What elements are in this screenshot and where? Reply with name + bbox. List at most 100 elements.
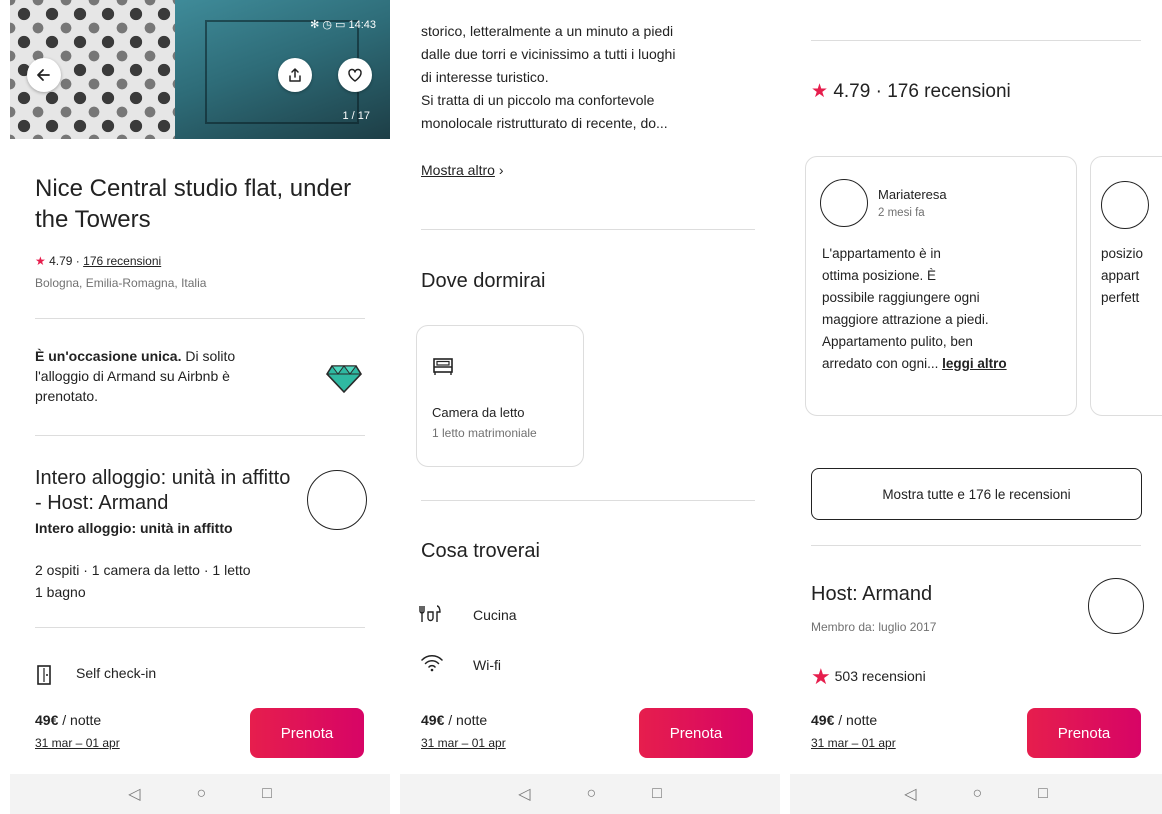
screen-listing-overview: ✻ ◷ ▭ 14:43 1 / 17 Nice Central studio f… — [10, 0, 390, 814]
self-checkin-label: Self check-in — [76, 665, 157, 681]
room-subtitle: 1 letto matrimoniale — [432, 426, 537, 440]
divider — [35, 435, 365, 436]
share-icon — [289, 68, 301, 82]
android-nav-bar: ◁ ○ □ — [10, 774, 390, 814]
wishlist-button[interactable] — [338, 58, 372, 92]
show-more-label: Mostra altro — [421, 162, 495, 178]
share-button[interactable] — [278, 58, 312, 92]
rating-summary: ★ 4.79 · 176 recensioni — [811, 80, 1011, 103]
capacity-line-2: 1 bagno — [35, 584, 86, 600]
android-nav-bar: ◁ ○ □ — [790, 774, 1162, 814]
dates-link[interactable]: 31 mar – 01 apr — [811, 736, 896, 750]
bedroom-card[interactable]: Camera da letto 1 letto matrimoniale — [416, 325, 584, 467]
review-time: 2 mesi fa — [878, 207, 925, 219]
show-all-reviews-button[interactable]: Mostra tutte e 176 le recensioni — [811, 468, 1142, 520]
review-line: posizio — [1101, 246, 1144, 261]
screen-reviews-host: ★ 4.79 · 176 recensioni Mariateresa 2 me… — [790, 0, 1162, 814]
description-line: Si tratta di un piccolo ma confortevole — [421, 92, 655, 108]
door-icon — [37, 665, 51, 685]
show-more-link[interactable]: Mostra altro › — [421, 162, 503, 178]
nightly-price: 49€ / notte — [35, 712, 101, 728]
rare-find-bold: È un'occasione unica. — [35, 348, 182, 364]
status-time: 14:43 — [348, 19, 376, 31]
review-line: ottima posizione. È — [822, 268, 937, 283]
nav-recents-icon[interactable]: □ — [262, 785, 272, 803]
booking-bar: 49€ / notte 31 mar – 01 apr Prenota — [790, 698, 1162, 770]
review-line: perfett — [1101, 290, 1140, 305]
heart-icon — [348, 68, 362, 82]
rare-find-text: È un'occasione unica. Di solito l'allogg… — [35, 346, 290, 406]
review-text-peek: posizio appart perfett — [1101, 243, 1143, 309]
rating-row: ★ 4.79 · 176 recensioni — [35, 254, 161, 268]
star-icon: ★ — [811, 81, 829, 102]
read-more-link[interactable]: leggi altro — [942, 356, 1007, 371]
host-title: Host: Armand — [811, 583, 933, 605]
host-subheading: Intero alloggio: unità in affitto — [35, 520, 233, 536]
book-button[interactable]: Prenota — [250, 708, 364, 758]
review-line: appart — [1101, 268, 1140, 283]
android-nav-bar: ◁ ○ □ — [400, 774, 780, 814]
host-reviews: ★ 503 recensioni — [811, 664, 926, 690]
review-line: L'appartamento è in — [822, 246, 941, 261]
host-avatar[interactable] — [1088, 578, 1144, 634]
rating-value: 4.79 — [49, 254, 73, 268]
reviewer-name: Mariateresa — [878, 187, 947, 202]
arrow-left-icon — [37, 69, 50, 81]
amenity-kitchen: Cucina — [473, 607, 517, 623]
location-text: Bologna, Emilia-Romagna, Italia — [35, 276, 207, 290]
nav-back-icon[interactable]: ◁ — [518, 784, 530, 804]
amenity-wifi: Wi-fi — [473, 657, 501, 673]
description-line: di interesse turistico. — [421, 69, 549, 85]
review-line: maggiore attrazione a piedi. — [822, 312, 989, 327]
nav-home-icon[interactable]: ○ — [586, 785, 596, 803]
nightly-price: 49€ / notte — [811, 712, 877, 728]
nav-back-icon[interactable]: ◁ — [904, 784, 916, 804]
divider — [35, 627, 365, 628]
reviewer-avatar — [1101, 181, 1149, 229]
diamond-icon — [326, 365, 362, 394]
nav-home-icon[interactable]: ○ — [196, 785, 206, 803]
amenities-heading: Cosa troverai — [421, 540, 540, 562]
screen-listing-details: storico, letteralmente a un minuto a pie… — [400, 0, 780, 814]
photo-counter: 1 / 17 — [342, 110, 370, 122]
book-button[interactable]: Prenota — [639, 708, 753, 758]
reviews-link[interactable]: 176 recensioni — [83, 254, 161, 268]
description-line: monolocale ristrutturato di recente, do.… — [421, 115, 668, 131]
review-line: possibile raggiungere ogni — [822, 290, 980, 305]
nav-recents-icon[interactable]: □ — [652, 785, 662, 803]
divider — [35, 318, 365, 319]
review-card-next[interactable]: posizio appart perfett — [1090, 156, 1162, 416]
booking-bar: 49€ / notte 31 mar – 01 apr Prenota — [400, 698, 780, 770]
divider — [421, 500, 755, 501]
room-title: Camera da letto — [432, 405, 525, 420]
kitchen-icon — [418, 604, 442, 629]
dates-link[interactable]: 31 mar – 01 apr — [421, 736, 506, 750]
divider — [811, 545, 1141, 546]
review-line: Appartamento pulito, ben — [822, 334, 973, 349]
nav-home-icon[interactable]: ○ — [972, 785, 982, 803]
price-unit: / notte — [58, 712, 102, 728]
review-text: L'appartamento è in ottima posizione. È … — [822, 243, 1007, 375]
bed-icon — [433, 358, 453, 375]
price-value: 49€ — [35, 712, 59, 728]
price-value: 49€ — [811, 712, 835, 728]
star-icon: ★ — [811, 664, 831, 689]
member-since: Membro da: luglio 2017 — [811, 620, 937, 634]
book-button[interactable]: Prenota — [1027, 708, 1141, 758]
host-avatar[interactable] — [307, 470, 367, 530]
divider — [811, 40, 1141, 41]
dates-link[interactable]: 31 mar – 01 apr — [35, 736, 120, 750]
status-icons: ✻ ◷ ▭ — [310, 19, 346, 31]
rating-summary-text: 4.79 · 176 recensioni — [833, 81, 1011, 102]
back-button[interactable] — [27, 58, 61, 92]
status-bar: ✻ ◷ ▭ 14:43 — [310, 18, 376, 31]
divider — [421, 229, 755, 230]
host-heading: Intero alloggio: unità in affitto - Host… — [35, 467, 291, 514]
price-value: 49€ — [421, 712, 445, 728]
nav-recents-icon[interactable]: □ — [1038, 785, 1048, 803]
review-card[interactable]: Mariateresa 2 mesi fa L'appartamento è i… — [805, 156, 1077, 416]
review-line: arredato con ogni... — [822, 356, 939, 371]
nightly-price: 49€ / notte — [421, 712, 487, 728]
description: storico, letteralmente a un minuto a pie… — [421, 20, 675, 135]
nav-back-icon[interactable]: ◁ — [128, 784, 140, 804]
